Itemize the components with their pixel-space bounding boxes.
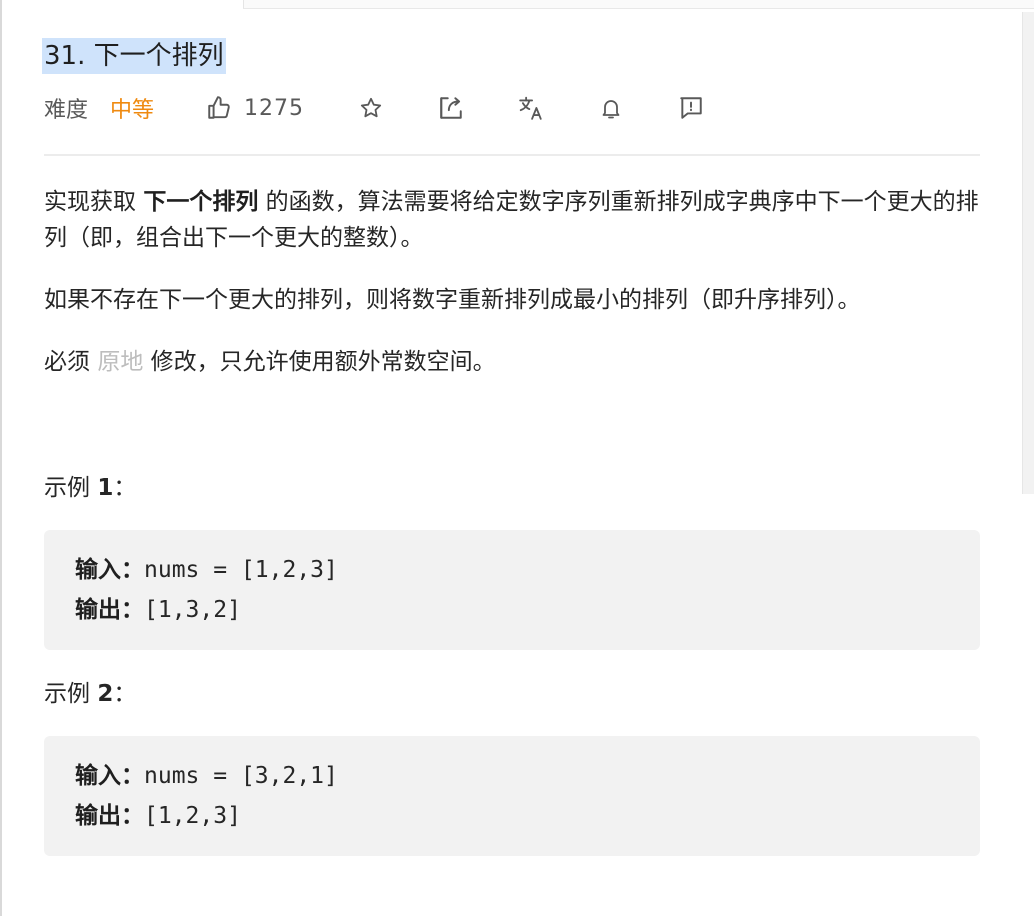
output-value: [1,2,3] [144,803,241,829]
example-1-title: 示例 1： [44,470,980,506]
example-2-title: 示例 2： [44,676,980,712]
feedback-button[interactable] [678,95,704,121]
like-button[interactable]: 1275 [206,95,304,121]
difficulty-badge: 中等 [110,98,155,123]
subscribe-button[interactable] [598,95,624,121]
example-input-line: 输入：nums = [1,2,3] [75,550,949,590]
problem-meta-bar: 难度 中等 1275 [44,88,980,128]
description-paragraph-3: 必须 原地 修改，只允许使用额外常数空间。 [44,344,980,380]
scrollbar-thumb[interactable] [1022,12,1034,494]
example-output-line: 输出：[1,3,2] [75,590,949,630]
example-2-code-block: 输入：nums = [3,2,1] 输出：[1,2,3] [44,736,980,856]
description-text: 修改，只允许使用额外常数空间。 [143,349,496,375]
header-divider [44,154,980,156]
thumbs-up-icon [208,96,230,119]
problem-title: 31. 下一个排列 [42,38,226,74]
share-button[interactable] [438,95,464,121]
example-1-code-block: 输入：nums = [1,2,3] 输出：[1,3,2] [44,530,980,650]
share-icon [440,97,462,119]
example-number: 1 [97,475,114,501]
input-value: nums = [3,2,1] [144,763,338,789]
output-label: 输出： [75,597,144,623]
description-paragraph-2: 如果不存在下一个更大的排列，则将数字重新排列成最小的排列（即升序排列）。 [44,287,861,313]
description-text: 必须 [44,349,98,375]
description-text: 实现获取 [44,189,144,215]
feedback-icon [680,97,702,119]
example-title-colon: ： [113,475,137,501]
example-input-line: 输入：nums = [3,2,1] [75,756,949,796]
output-value: [1,3,2] [144,597,241,623]
input-label: 输入： [75,763,144,789]
favorite-button[interactable] [358,95,384,121]
top-tab-strip [243,0,1034,9]
star-icon [360,97,382,118]
problem-page: 31. 下一个排列 难度 中等 1275 实现获取 下一个排列 的函数，算法需要… [0,0,1034,916]
input-value: nums = [1,2,3] [144,557,338,583]
in-place-link[interactable]: 原地 [97,349,143,375]
example-number: 2 [97,681,114,707]
example-output-line: 输出：[1,2,3] [75,796,949,836]
description-keyword: 下一个排列 [143,189,259,215]
input-label: 输入： [75,557,144,583]
translate-icon [519,96,542,120]
like-count: 1275 [244,95,305,121]
description-paragraph-1: 实现获取 下一个排列 的函数，算法需要将给定数字序列重新排列成字典序中下一个更大… [44,184,980,256]
output-label: 输出： [75,803,144,829]
difficulty-label: 难度 [44,98,89,123]
translate-button[interactable] [518,95,544,121]
bell-icon [602,100,620,119]
example-title-text: 示例 [44,475,98,501]
problem-content: 31. 下一个排列 难度 中等 1275 实现获取 下一个排列 的函数，算法需要… [42,38,980,856]
example-title-colon: ： [113,681,137,707]
example-title-text: 示例 [44,681,98,707]
